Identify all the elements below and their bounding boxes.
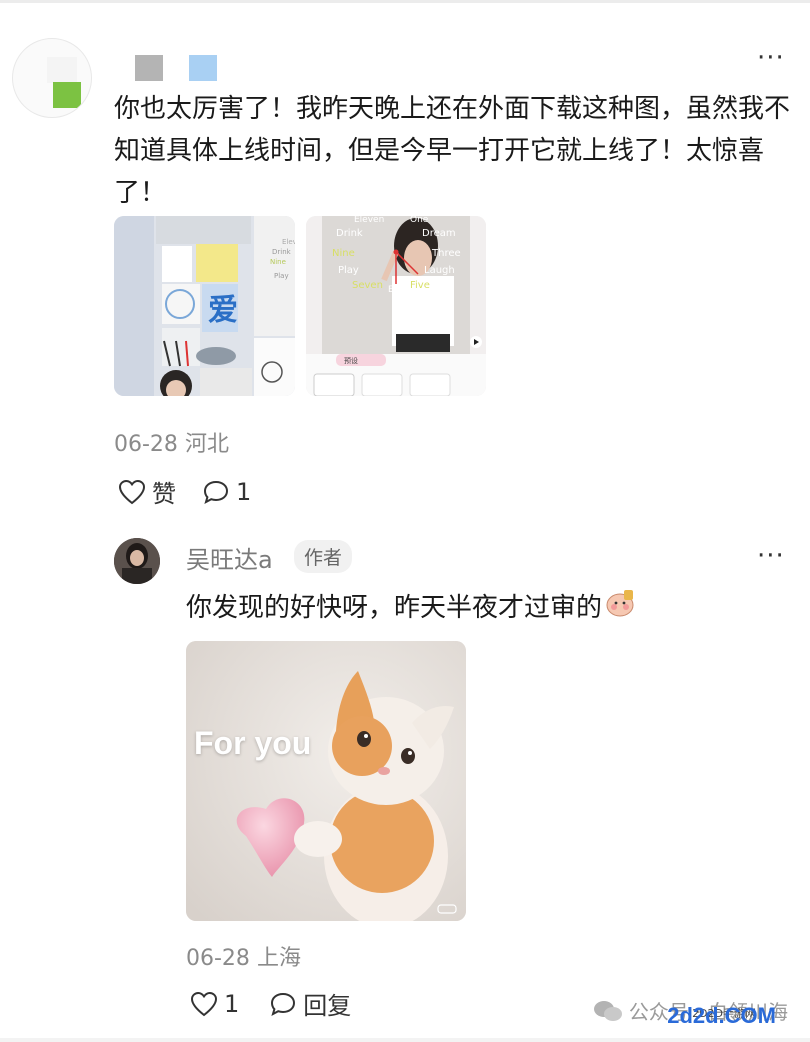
- collage-word-1: Eleven: [282, 238, 295, 246]
- comment-bubble-icon: [271, 992, 296, 1016]
- clock-word-eat: Eat: [388, 285, 403, 295]
- reply-location: 上海: [256, 946, 301, 971]
- reply-label: 回复: [303, 992, 352, 1020]
- blushing-emoji-icon: [604, 588, 636, 629]
- collage-word-4: Play: [274, 272, 289, 280]
- clock-word-seven: Seven: [352, 280, 383, 291]
- clock-word-three: Three: [431, 248, 461, 259]
- kitten-caption: For you: [194, 725, 312, 761]
- author-badge: 作者: [294, 540, 353, 573]
- comment-bubble-icon: [203, 480, 229, 504]
- reply-meta: 06-28 上海: [186, 940, 301, 972]
- clock-preview-graphic: Eleven One Drink Dream Nine Three Play L…: [306, 216, 486, 396]
- like-label: 赞: [152, 480, 176, 508]
- reply-image-kitten[interactable]: For you: [186, 641, 466, 921]
- reply-date: 06-28: [186, 946, 250, 971]
- comment-location: 河北: [184, 432, 229, 457]
- comment-text: 你也太厉害了！我昨天晚上还在外面下载这种图，虽然我不知道具体上线时间，但是今早一…: [114, 94, 791, 208]
- reply-actions: 1 回复: [190, 986, 377, 1021]
- clock-word-play: Play: [338, 265, 359, 276]
- heart-outline-icon: [190, 991, 218, 1016]
- reply-like-button[interactable]: 1: [190, 990, 239, 1018]
- preset-tab-label: 预设: [344, 356, 358, 365]
- watermark-logo: 2d2d.COM: [667, 1003, 776, 1028]
- clock-word-nine: Nine: [332, 248, 355, 259]
- author-avatar[interactable]: [114, 538, 160, 584]
- comment-meta: 06-28 河北: [114, 426, 229, 458]
- comment-date: 06-28: [114, 432, 178, 457]
- collage-word-3: Nine: [270, 258, 286, 266]
- collage-word-2: Drink: [272, 248, 292, 256]
- reply-text-line: 你发现的好快呀，昨天半夜才过审的: [186, 588, 636, 629]
- like-button[interactable]: 赞: [118, 474, 176, 509]
- comment-image-clock-preview[interactable]: Eleven One Drink Dream Nine Three Play L…: [306, 216, 486, 396]
- bottom-divider: [0, 1038, 810, 1042]
- username-mosaic: [135, 55, 163, 81]
- commenter-avatar[interactable]: [12, 38, 92, 118]
- reply-more-options-icon[interactable]: ···: [757, 543, 785, 569]
- svg-text:爱: 爱: [208, 293, 238, 328]
- comment-image-collage[interactable]: 爱 Eleven Drink Nine Play: [114, 216, 295, 396]
- clock-word-dream: Dream: [422, 228, 456, 239]
- clock-word-five: Five: [410, 280, 430, 291]
- author-name[interactable]: 吴旺达a: [186, 540, 273, 575]
- clock-word-laugh: Laugh: [424, 265, 455, 276]
- reply-button[interactable]: 回复: [269, 986, 351, 1021]
- reply-count: 1: [236, 477, 252, 506]
- reply-like-count: 1: [224, 989, 240, 1018]
- heart-outline-icon: [118, 479, 146, 504]
- top-divider: [0, 0, 810, 3]
- clock-word-drink: Drink: [336, 228, 363, 239]
- author-avatar-graphic: [114, 538, 160, 584]
- reply-text: 你发现的好快呀，昨天半夜才过审的: [186, 593, 603, 623]
- reply-count-button[interactable]: 1: [202, 478, 251, 506]
- kitten-graphic: [186, 641, 466, 921]
- clock-word-one: One: [410, 216, 429, 225]
- wechat-icon: [593, 1000, 622, 1021]
- comment-actions: 赞 1: [118, 474, 277, 509]
- username-mosaic-2: [189, 55, 217, 81]
- more-options-icon[interactable]: ···: [757, 45, 785, 71]
- collage-graphic: 爱 Eleven Drink Nine Play: [114, 216, 295, 396]
- clock-word-eleven: Eleven: [354, 216, 384, 225]
